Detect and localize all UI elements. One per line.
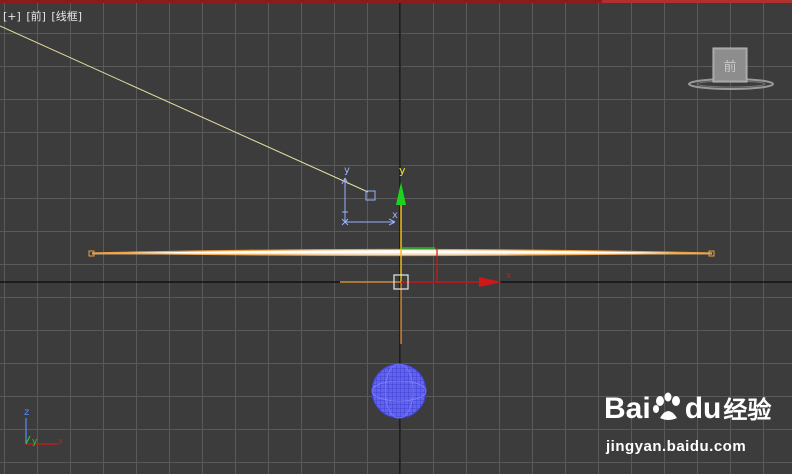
watermark-brand-suffix: du bbox=[684, 392, 722, 425]
active-viewport-border bbox=[0, 0, 792, 3]
gizmo-x-label: x bbox=[506, 271, 512, 281]
baidu-paw-icon bbox=[652, 392, 680, 420]
world-axis-z-label: z bbox=[24, 407, 29, 418]
viewcube-navigator[interactable]: 前 bbox=[688, 44, 774, 94]
sphere-object[interactable] bbox=[371, 363, 427, 419]
watermark-brand: Bai du经验 bbox=[604, 390, 771, 426]
watermark-url: jingyan.baidu.com bbox=[606, 438, 747, 455]
light-direction-line bbox=[0, 25, 369, 193]
light-gizmo-y-label: y bbox=[344, 165, 350, 176]
viewport-label-menu[interactable]: [+] [前] [线框] bbox=[3, 8, 84, 24]
viewcube-face-label: 前 bbox=[723, 59, 736, 75]
viewport-front-wireframe[interactable]: y x y x [+] [前] [线框] 前 z y x Bai du经验 ji… bbox=[0, 0, 792, 474]
baidu-jingyan-watermark: Bai du经验 jingyan.baidu.com bbox=[604, 390, 771, 462]
viewport-menu-general[interactable]: [+] bbox=[3, 10, 21, 23]
viewport-menu-shading[interactable]: [线框] bbox=[51, 10, 82, 23]
light-gizmo-x-label: x bbox=[392, 210, 398, 221]
gizmo-y-label: y bbox=[399, 164, 406, 177]
watermark-brand-cn: 经验 bbox=[723, 396, 772, 424]
light-target-gizmo[interactable]: y x bbox=[341, 165, 398, 226]
world-axis-y-label: y bbox=[32, 437, 38, 447]
world-axis-x-label: x bbox=[58, 437, 64, 447]
viewport-menu-view[interactable]: [前] bbox=[26, 10, 46, 23]
world-axis-tripod: z y x bbox=[24, 407, 64, 447]
gizmo-x-arrow[interactable] bbox=[479, 277, 502, 287]
watermark-brand-prefix: Bai bbox=[604, 392, 651, 425]
gizmo-y-arrow[interactable] bbox=[396, 182, 406, 205]
